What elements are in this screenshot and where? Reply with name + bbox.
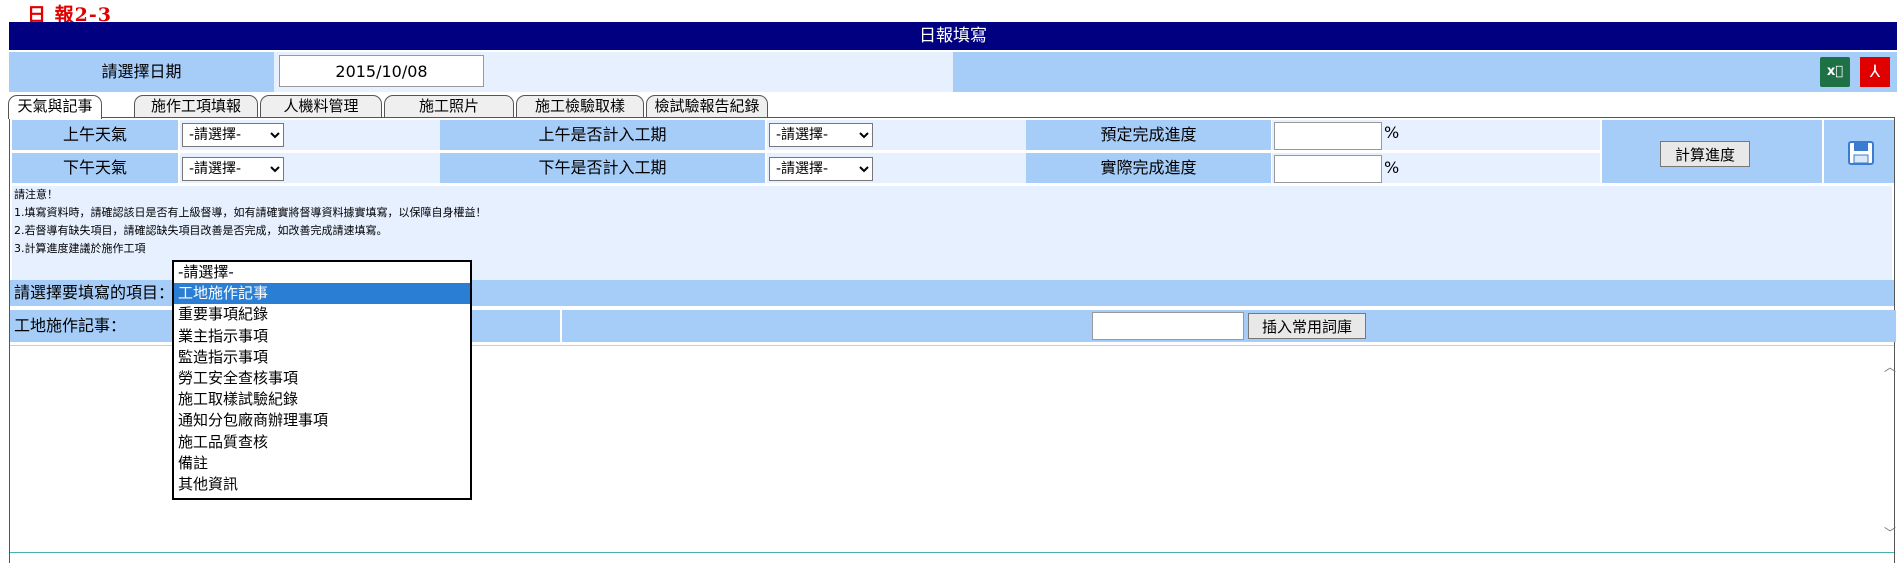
note-3: 3.計算進度建議於施作工項: [14, 242, 146, 255]
am-count-select[interactable]: -請選擇-: [769, 123, 873, 147]
save-icon[interactable]: [1848, 141, 1874, 165]
bottom-divider: [10, 552, 1894, 553]
date-input[interactable]: [279, 55, 484, 87]
am-count-label: 上午是否計入工期: [440, 120, 765, 150]
date-row-filler: [953, 52, 1897, 92]
tab-work-items[interactable]: 施作工項填報: [134, 95, 258, 117]
dropdown-option[interactable]: 通知分包廠商辦理事項: [174, 410, 470, 431]
actual-progress-input[interactable]: [1274, 155, 1382, 183]
pdf-export-icon[interactable]: ⅄: [1860, 57, 1890, 87]
scroll-down-icon[interactable]: ﹀: [1884, 524, 1896, 541]
project-dropdown-list[interactable]: -請選擇- 工地施作記事 重要事項紀錄 業主指示事項 監造指示事項 勞工安全查核…: [172, 260, 472, 500]
dropdown-option[interactable]: 勞工安全查核事項: [174, 368, 470, 389]
dropdown-option[interactable]: 備註: [174, 453, 470, 474]
dropdown-option[interactable]: 施工品質查核: [174, 432, 470, 453]
tab-test-reports[interactable]: 檢試驗報告紀錄: [646, 95, 768, 117]
dropdown-option[interactable]: 其他資訊: [174, 474, 470, 495]
pm-weather-label: 下午天氣: [12, 153, 178, 183]
page-title: 日報填寫: [9, 22, 1897, 50]
date-row: 請選擇日期: [9, 52, 1897, 92]
planned-progress-input[interactable]: [1274, 122, 1382, 150]
scroll-up-icon[interactable]: ︿: [1884, 358, 1896, 375]
pm-count-label: 下午是否計入工期: [440, 153, 765, 183]
dropdown-option[interactable]: 業主指示事項: [174, 326, 470, 347]
date-label: 請選擇日期: [9, 52, 274, 92]
dropdown-option[interactable]: -請選擇-: [174, 262, 470, 283]
dropdown-option[interactable]: 施工取樣試驗紀錄: [174, 389, 470, 410]
pm-count-select[interactable]: -請選擇-: [769, 157, 873, 181]
project-label: 請選擇要填寫的項目：: [14, 283, 175, 302]
notes-heading: 請注意！: [14, 188, 58, 201]
calculate-progress-button[interactable]: 計算進度: [1660, 141, 1750, 167]
actual-percent: %: [1384, 158, 1400, 177]
site-notes-label: 工地施作記事：: [14, 316, 127, 335]
insert-phrase-button[interactable]: 插入常用詞庫: [1248, 313, 1366, 339]
dropdown-option[interactable]: 監造指示事項: [174, 347, 470, 368]
tab-weather-notes[interactable]: 天氣與記事: [8, 95, 102, 119]
tab-labor-machine-material[interactable]: 人機料管理: [260, 95, 382, 117]
am-weather-select[interactable]: -請選擇-: [182, 123, 284, 147]
excel-export-icon[interactable]: x⃞: [1820, 57, 1850, 87]
dropdown-option-selected[interactable]: 工地施作記事: [174, 283, 470, 305]
tab-inspection-sampling[interactable]: 施工檢驗取樣: [516, 95, 644, 117]
phrase-input[interactable]: [1092, 312, 1244, 340]
note-2: 2.若督導有缺失項目，請確認缺失項目改善是否完成，如改善完成請速填寫。: [14, 224, 388, 237]
dropdown-option[interactable]: 重要事項紀錄: [174, 304, 470, 325]
planned-progress-label: 預定完成進度: [1026, 120, 1271, 150]
note-1: 1.填寫資料時，請確認該日是否有上級督導，如有請確實將督導資料據實填寫，以保障自…: [14, 206, 487, 219]
pm-weather-select[interactable]: -請選擇-: [182, 157, 284, 181]
actual-progress-label: 實際完成進度: [1026, 153, 1271, 183]
am-weather-label: 上午天氣: [12, 120, 178, 150]
planned-percent: %: [1384, 123, 1400, 142]
tab-construction-photos[interactable]: 施工照片: [384, 95, 514, 117]
